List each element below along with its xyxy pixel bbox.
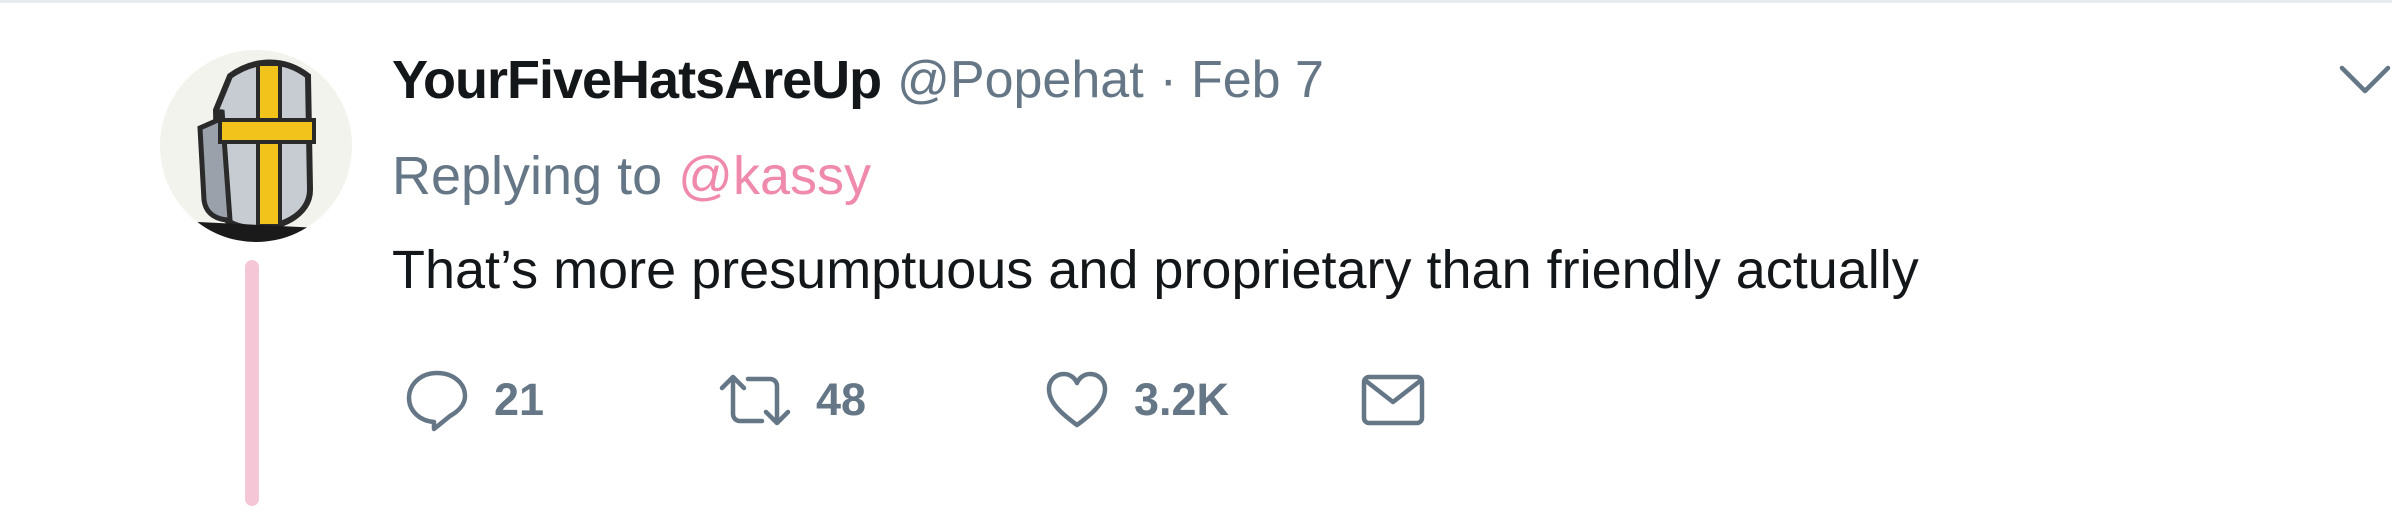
replying-to-mention[interactable]: @kassy <box>678 145 871 207</box>
avatar[interactable] <box>160 50 352 242</box>
replying-to-line: Replying to @kassy <box>392 140 871 212</box>
tweet-actions: 21 48 3.2K <box>392 360 1492 440</box>
tweet-date[interactable]: Feb 7 <box>1191 50 1324 110</box>
thread-line <box>245 260 259 506</box>
reply-button[interactable]: 21 <box>404 360 544 440</box>
replying-to-label: Replying to <box>392 146 663 206</box>
display-name[interactable]: YourFiveHatsAreUp <box>392 49 882 111</box>
direct-message-button[interactable] <box>1360 360 1426 440</box>
retweet-arrows-icon <box>719 374 791 426</box>
reply-count: 21 <box>494 374 545 425</box>
retweet-count: 48 <box>816 374 867 425</box>
like-button[interactable]: 3.2K <box>1044 360 1229 440</box>
envelope-icon <box>1361 374 1425 426</box>
like-count: 3.2K <box>1134 374 1230 425</box>
separator-dot: · <box>1159 51 1177 109</box>
retweet-button[interactable]: 48 <box>718 360 866 440</box>
tweet-text: That’s more presumptuous and proprietary… <box>392 240 1919 300</box>
speech-bubble-icon <box>406 370 468 432</box>
top-divider <box>0 0 2392 3</box>
tweet-menu-button[interactable] <box>2338 60 2392 100</box>
heart-icon <box>1046 371 1108 428</box>
chevron-down-icon <box>2339 65 2391 94</box>
tweet-header: YourFiveHatsAreUp @Popehat · Feb 7 <box>392 44 1324 116</box>
user-handle[interactable]: @Popehat <box>897 50 1144 110</box>
mitre-hat-icon <box>160 50 352 242</box>
